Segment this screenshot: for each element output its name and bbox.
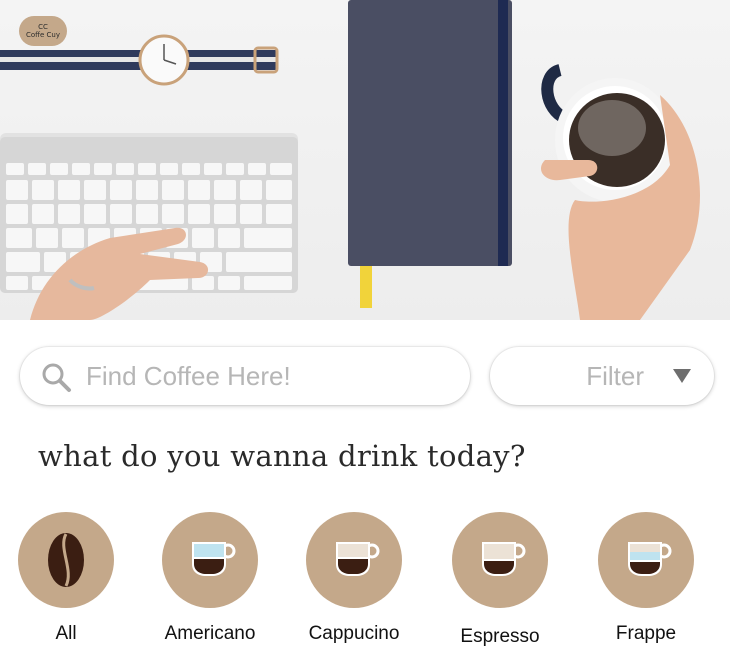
- category-espresso[interactable]: Espresso: [440, 512, 560, 652]
- search-input[interactable]: [86, 357, 446, 395]
- app-logo[interactable]: CC Coffe Cuy: [19, 16, 67, 46]
- category-americano[interactable]: Americano: [150, 512, 270, 652]
- search-bar[interactable]: [20, 347, 470, 405]
- frappe-cup-icon: [628, 542, 672, 576]
- search-icon: [42, 363, 71, 392]
- category-circle: [452, 512, 548, 608]
- cappucino-cup-icon: [336, 542, 380, 576]
- category-circle: [18, 512, 114, 608]
- logo-line-2: Coffe Cuy: [26, 31, 60, 39]
- americano-cup-icon: [192, 542, 236, 576]
- category-label: Espresso: [460, 626, 540, 647]
- category-circle: [162, 512, 258, 608]
- logo-line-1: CC: [38, 23, 48, 31]
- category-frappe[interactable]: Frappe: [586, 512, 706, 652]
- category-circle: [306, 512, 402, 608]
- filter-label: Filter: [586, 361, 644, 391]
- coffee-bean-icon: [48, 533, 84, 587]
- category-label: All: [55, 623, 77, 644]
- hero-image: CC Coffe Cuy: [0, 0, 730, 320]
- category-cappucino[interactable]: Cappucino: [294, 512, 414, 652]
- espresso-cup-icon: [482, 542, 526, 576]
- filter-dropdown[interactable]: Filter: [490, 347, 714, 405]
- category-label: Frappe: [615, 623, 677, 644]
- dropdown-arrow-icon: [673, 369, 691, 383]
- category-all[interactable]: All: [6, 512, 126, 652]
- category-label: Americano: [164, 623, 256, 644]
- category-label: Cappucino: [308, 623, 400, 644]
- section-heading: what do you wanna drink today?: [38, 439, 526, 473]
- desk-photo: [0, 0, 700, 320]
- category-circle: [598, 512, 694, 608]
